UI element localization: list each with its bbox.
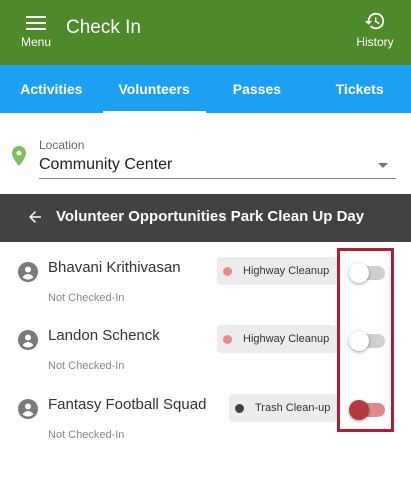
menu-button[interactable]: Menu bbox=[14, 12, 58, 54]
checkin-toggle[interactable] bbox=[349, 400, 385, 420]
section-header: Volunteer Opportunities Park Clean Up Da… bbox=[0, 194, 411, 242]
history-icon bbox=[364, 12, 385, 30]
toggle-knob bbox=[349, 331, 369, 351]
checkin-status: Not Checked-In bbox=[48, 360, 125, 372]
volunteer-name: Landon Schenck bbox=[48, 327, 160, 344]
activity-chip: Highway Cleanup bbox=[217, 325, 337, 353]
tab-volunteers[interactable]: Volunteers bbox=[102, 65, 206, 113]
location-underline bbox=[39, 178, 396, 179]
activity-chip: Highway Cleanup bbox=[217, 257, 337, 285]
checkin-toggle[interactable] bbox=[349, 263, 385, 283]
location-value: Community Center bbox=[39, 156, 173, 173]
checkin-status: Not Checked-In bbox=[48, 292, 125, 304]
volunteer-row: Bhavani Krithivasan Not Checked-In Highw… bbox=[0, 255, 411, 323]
app-bar: Menu Check In History bbox=[0, 0, 411, 65]
hamburger-icon bbox=[26, 16, 46, 30]
menu-label: Menu bbox=[20, 35, 52, 49]
activity-label: Highway Cleanup bbox=[243, 265, 330, 277]
activity-label: Trash Clean-up bbox=[255, 402, 331, 414]
tab-tickets[interactable]: Tickets bbox=[308, 65, 411, 113]
opportunity-title: Volunteer Opportunities Park Clean Up Da… bbox=[56, 208, 365, 225]
volunteer-name: Bhavani Krithivasan bbox=[48, 259, 181, 276]
activity-color-dot bbox=[223, 267, 232, 276]
volunteer-row: Landon Schenck Not Checked-In Highway Cl… bbox=[0, 323, 411, 391]
volunteer-row: Fantasy Football Squad Not Checked-In Tr… bbox=[0, 392, 411, 460]
volunteer-name: Fantasy Football Squad bbox=[48, 396, 207, 413]
dropdown-caret-icon[interactable] bbox=[378, 163, 388, 168]
activity-chip: Trash Clean-up bbox=[229, 394, 337, 422]
person-icon bbox=[18, 262, 38, 282]
activity-color-dot bbox=[235, 404, 244, 413]
checkin-toggle[interactable] bbox=[349, 331, 385, 351]
activity-color-dot bbox=[223, 335, 232, 344]
tab-activities[interactable]: Activities bbox=[0, 65, 103, 113]
person-icon bbox=[18, 399, 38, 419]
toggle-knob bbox=[349, 263, 369, 283]
tab-passes[interactable]: Passes bbox=[206, 65, 309, 113]
location-label: Location bbox=[39, 138, 85, 152]
arrow-left-icon[interactable] bbox=[26, 208, 44, 226]
page-title: Check In bbox=[66, 17, 141, 38]
history-button[interactable]: History bbox=[349, 10, 401, 54]
toggle-knob bbox=[349, 400, 369, 420]
checkin-status: Not Checked-In bbox=[48, 429, 125, 441]
tab-bar: Activities Volunteers Passes Tickets bbox=[0, 65, 411, 113]
history-label: History bbox=[356, 35, 394, 49]
person-icon bbox=[18, 330, 38, 350]
location-select[interactable]: Location Community Center bbox=[0, 134, 411, 182]
map-pin-icon bbox=[12, 146, 26, 166]
activity-label: Highway Cleanup bbox=[243, 333, 330, 345]
